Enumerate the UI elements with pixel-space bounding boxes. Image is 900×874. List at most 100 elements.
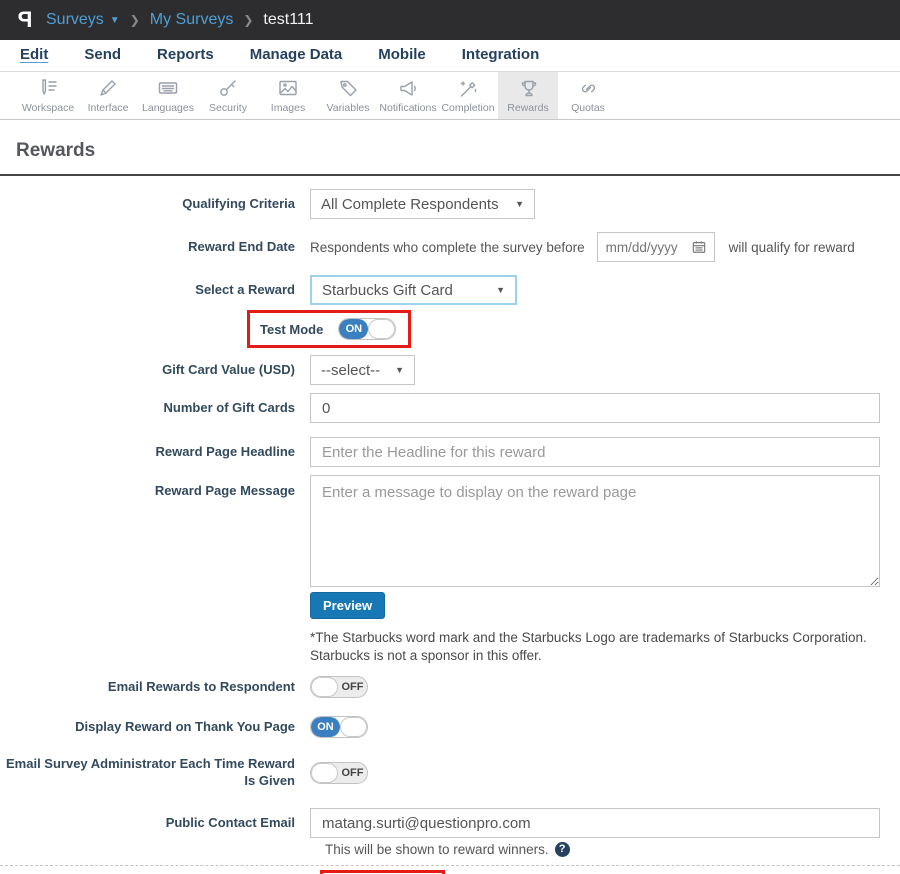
security-icon bbox=[220, 80, 236, 96]
number-of-gift-cards-row: Number of Gift Cards bbox=[0, 393, 900, 423]
qualifying-criteria-select[interactable]: All Complete Respondents ▼ bbox=[310, 189, 535, 219]
number-of-gift-cards-input[interactable] bbox=[310, 393, 880, 423]
starbucks-disclaimer-text: *The Starbucks word mark and the Starbuc… bbox=[310, 630, 867, 664]
toolbar-item-languages[interactable]: Languages bbox=[138, 72, 198, 119]
reward-page-message-textarea[interactable] bbox=[310, 475, 880, 587]
toggle-knob bbox=[311, 763, 338, 784]
toolbar-item-quotas[interactable]: Quotas bbox=[558, 72, 618, 119]
qualifying-criteria-value: All Complete Respondents bbox=[321, 195, 499, 213]
contact-email-helper-row: This will be shown to reward winners. ? bbox=[325, 842, 900, 858]
disclaimer-row: *The Starbucks word mark and the Starbuc… bbox=[0, 629, 900, 665]
toolbar-item-completion[interactable]: Completion bbox=[438, 72, 498, 119]
reward-end-date-row: Reward End Date Respondents who complete… bbox=[0, 232, 900, 262]
qualifying-criteria-label: Qualifying Criteria bbox=[182, 195, 295, 211]
reward-end-date-input-box[interactable] bbox=[596, 232, 715, 262]
tab-manage-data[interactable]: Manage Data bbox=[250, 46, 343, 65]
test-mode-label: Test Mode bbox=[260, 321, 324, 337]
toolbar-item-rewards[interactable]: Rewards bbox=[498, 72, 558, 119]
select-reward-select[interactable]: Starbucks Gift Card ▼ bbox=[310, 275, 517, 305]
toolbar-item-security[interactable]: Security bbox=[198, 72, 258, 119]
public-contact-email-input[interactable] bbox=[310, 808, 880, 839]
toolbar-item-label: Quotas bbox=[571, 102, 605, 114]
tab-edit[interactable]: Edit bbox=[20, 46, 48, 65]
reward-page-message-label: Reward Page Message bbox=[154, 483, 295, 498]
save-annotation-box: Save Changes bbox=[320, 870, 445, 874]
workspace-icon bbox=[42, 79, 57, 95]
email-admin-toggle[interactable]: OFF bbox=[310, 762, 368, 785]
calendar-icon[interactable] bbox=[692, 240, 706, 254]
toolbar-item-interface[interactable]: Interface bbox=[78, 72, 138, 119]
rewards-form: Qualifying Criteria All Complete Respond… bbox=[0, 176, 900, 874]
toolbar-item-label: Languages bbox=[142, 102, 194, 114]
gift-card-value-select[interactable]: --select-- ▼ bbox=[310, 355, 415, 385]
toggle-state-text: ON bbox=[311, 717, 340, 738]
display-reward-row: Display Reward on Thank You Page ON bbox=[0, 716, 900, 739]
select-reward-label: Select a Reward bbox=[195, 281, 295, 297]
help-question-icon[interactable]: ? bbox=[554, 842, 570, 858]
images-icon bbox=[279, 80, 297, 96]
page-title: Rewards bbox=[16, 140, 96, 161]
toolbar-item-workspace[interactable]: Workspace bbox=[18, 72, 78, 119]
test-mode-annotation-box: Test Mode ON bbox=[247, 310, 412, 348]
toggle-knob bbox=[311, 677, 338, 698]
reward-end-date-input[interactable] bbox=[605, 239, 682, 255]
questionpro-logo-icon[interactable]: P bbox=[14, 7, 36, 33]
email-rewards-row: Email Rewards to Respondent OFF bbox=[0, 676, 900, 699]
toolbar-item-notifications[interactable]: Notifications bbox=[378, 72, 438, 119]
toolbar-item-label: Images bbox=[270, 102, 306, 114]
toolbar-item-variables[interactable]: Variables bbox=[318, 72, 378, 119]
number-of-gift-cards-label: Number of Gift Cards bbox=[163, 399, 295, 415]
gift-card-value-value: --select-- bbox=[321, 361, 381, 379]
languages-icon bbox=[158, 82, 178, 94]
email-rewards-toggle[interactable]: OFF bbox=[310, 676, 368, 699]
display-reward-label: Display Reward on Thank You Page bbox=[75, 718, 295, 734]
tab-send[interactable]: Send bbox=[84, 46, 121, 65]
breadcrumb-surveys[interactable]: Surveys bbox=[46, 11, 104, 29]
rewards-icon bbox=[521, 80, 537, 97]
toolbar-item-label: Rewards bbox=[507, 102, 549, 114]
tab-reports[interactable]: Reports bbox=[157, 46, 214, 65]
select-caret-icon: ▼ bbox=[496, 285, 505, 295]
gift-card-value-label: Gift Card Value (USD) bbox=[162, 361, 295, 377]
select-caret-icon: ▼ bbox=[515, 199, 524, 209]
reward-page-message-row: Reward Page Message bbox=[0, 475, 900, 587]
chevron-down-icon[interactable]: ▼ bbox=[110, 15, 120, 26]
toolbar-item-images[interactable]: Images bbox=[258, 72, 318, 119]
toolbar-item-label: Workspace bbox=[21, 102, 75, 114]
breadcrumb-separator-icon: ❯ bbox=[243, 13, 254, 27]
dashed-divider bbox=[0, 865, 900, 867]
email-rewards-label: Email Rewards to Respondent bbox=[107, 678, 295, 694]
test-mode-toggle[interactable]: ON bbox=[338, 318, 397, 340]
reward-page-headline-label: Reward Page Headline bbox=[155, 443, 295, 459]
end-date-prefix-text: Respondents who complete the survey befo… bbox=[310, 239, 585, 255]
reward-page-headline-row: Reward Page Headline bbox=[0, 437, 900, 467]
edit-toolbar: Workspace Interface Languages Security Image… bbox=[0, 72, 900, 120]
end-date-suffix-text: will qualify for reward bbox=[728, 239, 855, 255]
display-reward-toggle[interactable]: ON bbox=[310, 716, 368, 739]
toggle-knob bbox=[340, 717, 367, 738]
breadcrumb-survey-name: test111 bbox=[263, 11, 314, 28]
email-admin-label: Email Survey Administrator Each Time Rew… bbox=[6, 756, 295, 789]
public-contact-email-row: Public Contact Email bbox=[0, 808, 900, 839]
select-reward-value: Starbucks Gift Card bbox=[322, 281, 453, 299]
toggle-state-text: OFF bbox=[341, 767, 364, 780]
tab-integration[interactable]: Integration bbox=[462, 46, 540, 65]
toolbar-item-label: Interface bbox=[87, 102, 129, 114]
public-contact-email-label: Public Contact Email bbox=[165, 814, 295, 830]
reward-end-date-label: Reward End Date bbox=[188, 238, 295, 254]
contact-email-helper-text: This will be shown to reward winners. bbox=[325, 842, 549, 858]
breadcrumb-my-surveys[interactable]: My Surveys bbox=[150, 11, 234, 29]
save-row: Save Changes bbox=[320, 870, 900, 874]
reward-page-headline-input[interactable] bbox=[310, 437, 880, 467]
gift-card-value-row: Gift Card Value (USD) --select-- ▼ bbox=[0, 355, 900, 385]
top-bar: P Surveys ▼ ❯ My Surveys ❯ test111 bbox=[0, 0, 900, 40]
toggle-state-text: OFF bbox=[341, 681, 364, 694]
breadcrumb-separator-icon: ❯ bbox=[129, 13, 140, 27]
preview-row: Preview bbox=[0, 592, 900, 619]
select-caret-icon: ▼ bbox=[395, 365, 404, 375]
preview-button[interactable]: Preview bbox=[310, 592, 386, 619]
toolbar-item-label: Notifications bbox=[379, 102, 437, 114]
tab-mobile[interactable]: Mobile bbox=[378, 46, 426, 65]
select-reward-row: Select a Reward Starbucks Gift Card ▼ bbox=[0, 275, 900, 305]
variables-icon bbox=[340, 80, 357, 97]
